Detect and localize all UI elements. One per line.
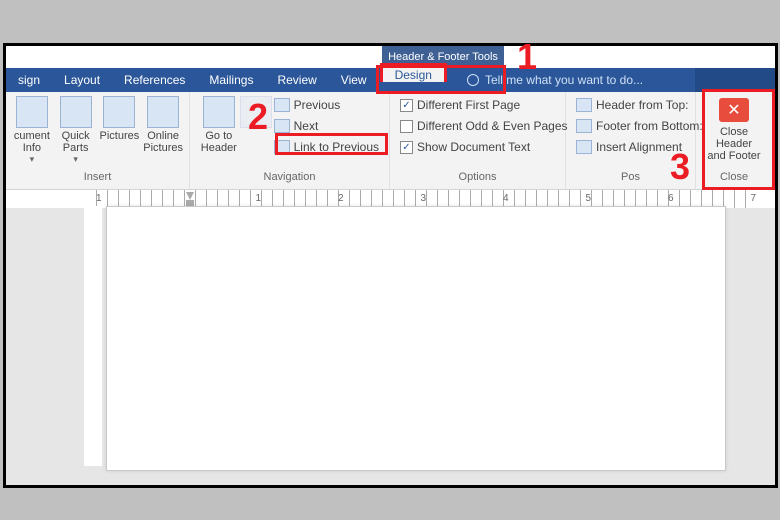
document-info-icon xyxy=(16,96,48,128)
next-icon xyxy=(274,119,290,133)
previous-label: Previous xyxy=(294,98,341,112)
ruler-numbers: 11234567 xyxy=(96,193,756,204)
tab-design-main[interactable]: sign xyxy=(6,68,52,92)
online-pictures-button[interactable]: Online Pictures xyxy=(143,96,183,154)
annotation-box-3 xyxy=(702,89,775,190)
document-page[interactable] xyxy=(106,206,726,471)
annotation-number-1: 1 xyxy=(517,36,537,78)
different-first-page-label: Different First Page xyxy=(417,98,520,112)
vertical-ruler[interactable] xyxy=(84,206,102,466)
tab-view[interactable]: View xyxy=(329,68,379,92)
tab-layout[interactable]: Layout xyxy=(52,68,112,92)
goto-header-icon xyxy=(203,96,235,128)
show-document-text-checkbox[interactable]: ✓ Show Document Text xyxy=(396,138,572,156)
tab-review[interactable]: Review xyxy=(265,68,328,92)
header-from-top-label: Header from Top: xyxy=(596,98,689,112)
alignment-tab-icon xyxy=(576,140,592,154)
group-options-label: Options xyxy=(396,171,559,187)
footer-bottom-icon xyxy=(576,119,592,133)
footer-from-bottom-field[interactable]: Footer from Bottom: xyxy=(572,117,707,135)
group-navigation-label: Navigation xyxy=(196,171,383,187)
quick-parts-label: Quick Parts xyxy=(62,130,90,154)
quick-parts-icon xyxy=(60,96,92,128)
different-first-page-checkbox[interactable]: ✓ Different First Page xyxy=(396,96,572,114)
quick-parts-button[interactable]: Quick Parts xyxy=(56,96,96,165)
checkbox-icon: ✓ xyxy=(400,141,413,154)
checkbox-icon: ✓ xyxy=(400,99,413,112)
show-document-text-label: Show Document Text xyxy=(417,140,530,154)
different-odd-even-checkbox[interactable]: Different Odd & Even Pages xyxy=(396,117,572,135)
checkbox-icon xyxy=(400,120,413,133)
annotation-box-1 xyxy=(376,65,506,94)
online-pictures-label: Online Pictures xyxy=(143,130,183,154)
annotation-box-2 xyxy=(275,133,388,155)
previous-icon xyxy=(274,98,290,112)
document-info-label: cument Info xyxy=(14,130,50,154)
pictures-button[interactable]: Pictures xyxy=(100,96,140,142)
document-info-button[interactable]: cument Info xyxy=(12,96,52,165)
pictures-icon xyxy=(103,96,135,128)
annotation-number-2: 2 xyxy=(248,96,268,138)
online-pictures-icon xyxy=(147,96,179,128)
header-from-top-field[interactable]: Header from Top: xyxy=(572,96,707,114)
ribbon: cument Info Quick Parts Pictures Online … xyxy=(6,92,775,190)
annotation-number-3: 3 xyxy=(670,146,690,188)
goto-header-button[interactable]: Go to Header xyxy=(196,96,242,154)
pictures-label: Pictures xyxy=(100,130,140,142)
header-top-icon xyxy=(576,98,592,112)
group-insert-label: Insert xyxy=(12,171,183,187)
group-options: ✓ Different First Page Different Odd & Ev… xyxy=(390,92,566,189)
group-insert: cument Info Quick Parts Pictures Online … xyxy=(6,92,190,189)
tab-references[interactable]: References xyxy=(112,68,197,92)
tab-mailings[interactable]: Mailings xyxy=(197,68,265,92)
footer-from-bottom-label: Footer from Bottom: xyxy=(596,119,703,133)
tell-me-placeholder: Tell me what you want to do... xyxy=(485,73,643,87)
previous-button[interactable]: Previous xyxy=(270,96,383,114)
goto-header-label: Go to Header xyxy=(201,130,237,154)
different-odd-even-label: Different Odd & Even Pages xyxy=(417,119,568,133)
next-label: Next xyxy=(294,119,319,133)
app-window: Header & Footer Tools sign Layout Refere… xyxy=(3,43,778,488)
